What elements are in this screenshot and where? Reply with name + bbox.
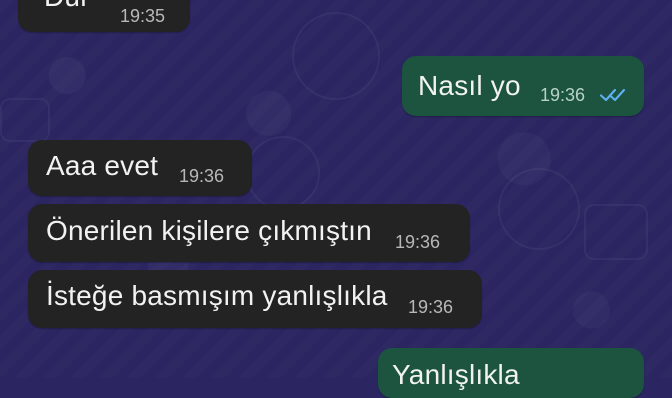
double-check-read-icon (600, 88, 626, 102)
wallpaper-doodle (292, 12, 380, 100)
message-time: 19:36 (540, 85, 586, 105)
message-text: Dur (44, 0, 90, 12)
message-text: Aaa evet (46, 150, 159, 181)
message-time: 19:36 (179, 166, 225, 186)
message-text: Yanlışlıkla (392, 359, 520, 390)
message-time: 19:36 (395, 232, 441, 252)
wallpaper-doodle (246, 136, 320, 210)
wallpaper-doodle (584, 204, 648, 260)
wallpaper-doodle (498, 168, 580, 250)
message-text: Nasıl yo (418, 70, 521, 101)
message-bubble-incoming[interactable]: İsteğe basmışım yanlışlıkla 19:36 (28, 270, 482, 328)
message-text: Önerilen kişilere çıkmıştın (46, 215, 372, 246)
message-bubble-incoming[interactable]: Aaa evet 19:36 (28, 140, 252, 196)
message-bubble-outgoing[interactable]: Yanlışlıkla (378, 348, 644, 398)
message-bubble-incoming[interactable]: Önerilen kişilere çıkmıştın 19:36 (28, 204, 470, 262)
wallpaper-doodle (0, 98, 50, 142)
message-bubble-incoming[interactable]: Dur 19:35 (18, 0, 190, 32)
message-bubble-outgoing[interactable]: Nasıl yo 19:36 (402, 56, 644, 116)
message-text: İsteğe basmışım yanlışlıkla (46, 280, 388, 311)
message-time: 19:35 (120, 6, 166, 26)
message-time: 19:36 (408, 297, 454, 317)
